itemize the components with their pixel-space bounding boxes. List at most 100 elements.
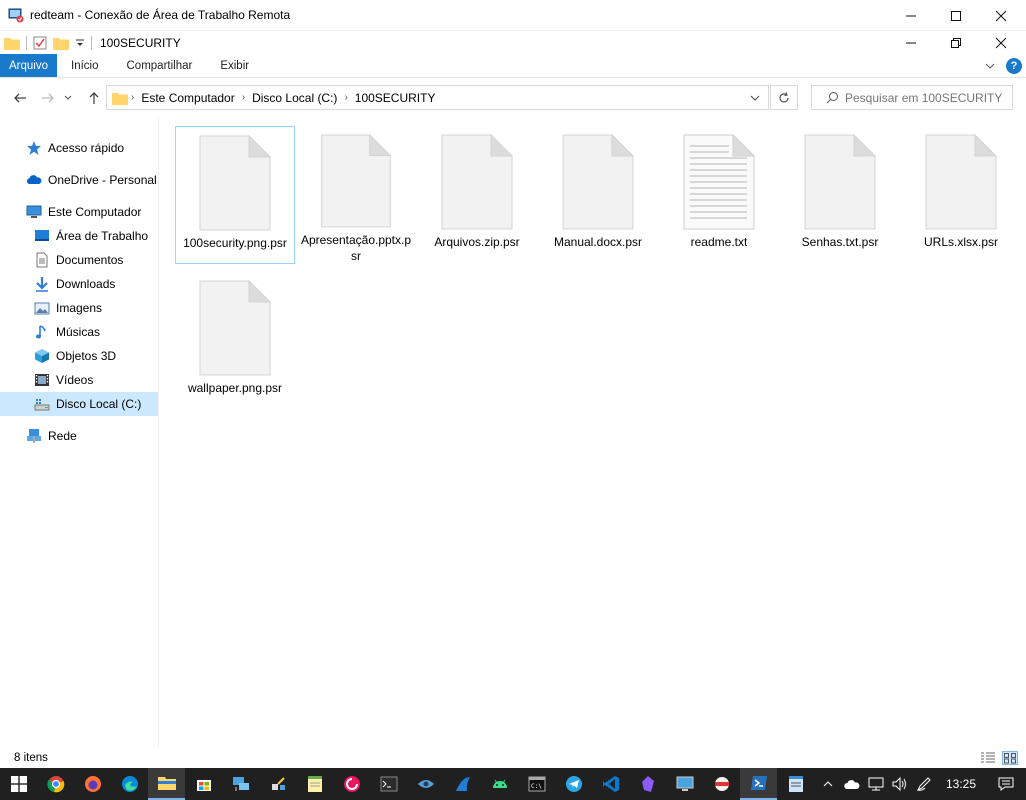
file-item[interactable]: Arquivos.zip.psr	[417, 126, 537, 264]
breadcrumb-100security[interactable]: 100SECURITY	[355, 91, 436, 105]
show-hidden-icons-button[interactable]	[816, 768, 840, 800]
sidebar-item-downloads[interactable]: Downloads	[34, 272, 115, 296]
explorer-minimize-button[interactable]	[888, 31, 934, 54]
clock[interactable]: 13:25	[936, 777, 986, 791]
taskbar-store[interactable]	[185, 768, 222, 800]
customize-chevron-icon[interactable]	[75, 38, 85, 48]
taskbar-firefox[interactable]	[74, 768, 111, 800]
taskbar-rdp[interactable]	[666, 768, 703, 800]
maximize-button[interactable]	[933, 0, 979, 31]
minimize-button[interactable]	[888, 0, 934, 31]
red-circle-app-icon	[343, 776, 360, 792]
properties-icon[interactable]	[33, 36, 47, 50]
file-item[interactable]: readme.txt	[659, 126, 779, 264]
taskbar-app-eye[interactable]	[407, 768, 444, 800]
large-icons-view-icon[interactable]	[1002, 751, 1018, 765]
address-bar[interactable]: › Este Computador › Disco Local (C:) › 1…	[106, 85, 769, 110]
taskbar-app-ninja[interactable]	[703, 768, 740, 800]
back-button[interactable]	[8, 86, 32, 110]
sidebar-item-area-de-trabalho[interactable]: Área de Trabalho	[34, 224, 148, 248]
file-item[interactable]: 100security.png.psr	[175, 126, 295, 264]
taskbar-obsidian[interactable]	[629, 768, 666, 800]
taskbar-powershell[interactable]	[740, 768, 777, 800]
file-item[interactable]: Apresentação.pptx.psr	[296, 126, 416, 264]
taskbar-notepad-2[interactable]	[777, 768, 814, 800]
explorer-close-button[interactable]	[978, 31, 1024, 54]
star-icon	[26, 140, 42, 156]
explorer-restore-button[interactable]	[933, 31, 979, 54]
up-button[interactable]	[82, 86, 106, 110]
taskbar-android[interactable]	[481, 768, 518, 800]
taskbar: C:\ 13:25	[0, 768, 1026, 800]
taskbar-notepad[interactable]	[296, 768, 333, 800]
recent-locations-button[interactable]	[60, 86, 76, 110]
sidebar-item-acesso-rapido[interactable]: Acesso rápido	[26, 136, 124, 160]
breadcrumb-disco-local[interactable]: Disco Local (C:)	[252, 91, 337, 105]
breadcrumb-separator[interactable]: ›	[344, 92, 347, 103]
pen-icon	[916, 777, 931, 792]
taskbar-telegram[interactable]	[555, 768, 592, 800]
ribbon-controls: ?	[984, 54, 1022, 78]
taskbar-red-app[interactable]	[333, 768, 370, 800]
search-input[interactable]	[845, 90, 1005, 105]
help-button[interactable]: ?	[1006, 58, 1022, 74]
details-view-icon[interactable]	[980, 751, 996, 765]
start-button[interactable]	[0, 768, 37, 800]
network-tray[interactable]	[864, 768, 888, 800]
arrow-right-icon	[42, 93, 54, 103]
sidebar-item-objetos-3d[interactable]: Objetos 3D	[34, 344, 116, 368]
taskbar-file-explorer[interactable]	[148, 768, 185, 800]
taskbar-remote-app[interactable]	[222, 768, 259, 800]
file-item[interactable]: Senhas.txt.psr	[780, 126, 900, 264]
windows-logo-icon	[10, 776, 27, 792]
sidebar-item-disco-local[interactable]: Disco Local (C:)	[0, 392, 158, 416]
arrow-up-icon	[89, 92, 99, 104]
download-icon	[34, 276, 50, 292]
sidebar-item-videos[interactable]: Vídeos	[34, 368, 93, 392]
sidebar-item-musicas[interactable]: Músicas	[34, 320, 100, 344]
refresh-button[interactable]	[770, 85, 798, 110]
forward-button[interactable]	[36, 86, 60, 110]
drive-icon	[34, 396, 50, 412]
file-item[interactable]: URLs.xlsx.psr	[901, 126, 1021, 264]
tab-inicio[interactable]: Início	[57, 54, 113, 77]
chevron-down-icon[interactable]	[750, 93, 760, 103]
tab-arquivo[interactable]: Arquivo	[0, 54, 57, 77]
volume-tray[interactable]	[888, 768, 912, 800]
notifications-button[interactable]	[986, 768, 1026, 800]
file-list: 100security.png.psr Apresentação.pptx.ps…	[160, 118, 1026, 748]
sidebar-item-imagens[interactable]: Imagens	[34, 296, 102, 320]
taskbar-tool[interactable]	[259, 768, 296, 800]
search-box[interactable]	[811, 85, 1013, 110]
new-folder-icon[interactable]	[53, 36, 69, 50]
sidebar-item-onedrive[interactable]: OneDrive - Personal	[26, 168, 157, 192]
file-item[interactable]: Manual.docx.psr	[538, 126, 658, 264]
breadcrumb-este-computador[interactable]: Este Computador	[141, 91, 234, 105]
close-button[interactable]	[978, 0, 1024, 31]
notepad-icon	[788, 776, 803, 792]
breadcrumb-separator[interactable]: ›	[242, 92, 245, 103]
cloud-icon	[844, 780, 860, 789]
quick-access-toolbar	[4, 35, 92, 50]
pen-tray[interactable]	[912, 768, 936, 800]
taskbar-terminal[interactable]	[370, 768, 407, 800]
taskbar-cmd[interactable]: C:\	[518, 768, 555, 800]
expand-ribbon-icon[interactable]	[984, 60, 996, 72]
breadcrumb-separator[interactable]: ›	[131, 92, 134, 103]
taskbar-vscode[interactable]	[592, 768, 629, 800]
tab-exibir[interactable]: Exibir	[206, 54, 263, 77]
taskbar-chrome[interactable]	[37, 768, 74, 800]
sidebar-item-label: Objetos 3D	[56, 349, 117, 363]
sidebar-item-rede[interactable]: Rede	[26, 424, 77, 448]
eye-app-icon	[417, 780, 434, 788]
file-item[interactable]: wallpaper.png.psr	[175, 272, 295, 410]
tab-compartilhar[interactable]: Compartilhar	[113, 54, 207, 77]
blank-file-icon	[562, 134, 634, 230]
sidebar-item-documentos[interactable]: Documentos	[34, 248, 123, 272]
taskbar-edge[interactable]	[111, 768, 148, 800]
sidebar-item-este-computador[interactable]: Este Computador	[26, 200, 141, 224]
taskbar-app-wireshark[interactable]	[444, 768, 481, 800]
status-bar: 8 itens	[0, 748, 1026, 768]
obsidian-icon	[641, 776, 654, 792]
onedrive-tray[interactable]	[840, 768, 864, 800]
